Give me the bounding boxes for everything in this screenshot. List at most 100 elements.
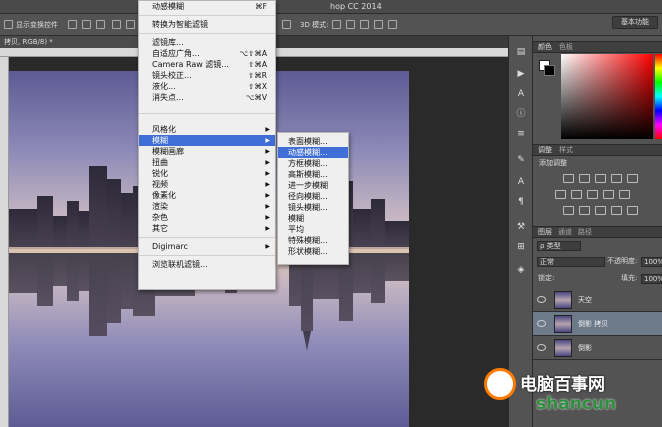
menu-item-digimarc[interactable]: Digimarc ▶ <box>139 241 275 252</box>
visibility-eye-icon[interactable] <box>537 296 546 303</box>
submenu-arrow-icon: ▶ <box>265 159 270 166</box>
brightness-icon[interactable] <box>563 174 574 183</box>
info-icon[interactable]: ⓘ <box>515 108 527 120</box>
invert-icon[interactable] <box>563 206 574 215</box>
brush-preset-icon[interactable]: ✎ <box>515 154 527 166</box>
submenu-item-box-blur[interactable]: 方框模糊... <box>278 158 348 169</box>
menu-item-liquify[interactable]: 液化... ⇧⌘X <box>139 81 275 92</box>
3d-roll-icon[interactable] <box>346 20 355 29</box>
submenu-item-surface-blur[interactable]: 表面模糊... <box>278 136 348 147</box>
tool-preset-icon[interactable]: ⚒ <box>515 221 527 233</box>
color-balance-icon[interactable] <box>571 190 582 199</box>
threshold-icon[interactable] <box>595 206 606 215</box>
align-top-icon[interactable] <box>68 20 77 29</box>
menu-item-vanishing-point[interactable]: 消失点... ⌥⌘V <box>139 92 275 103</box>
visibility-eye-icon[interactable] <box>537 320 546 327</box>
menu-item-camera-raw[interactable]: Camera Raw 滤镜... ⇧⌘A <box>139 59 275 70</box>
menu-item-adaptive-wide-angle[interactable]: 自适应广角... ⌥⇧⌘A <box>139 48 275 59</box>
workspace-switcher[interactable]: 基本功能 <box>612 16 658 29</box>
layer-row[interactable]: 倒影 <box>533 336 662 360</box>
3d-drag-icon[interactable] <box>360 20 369 29</box>
opacity-input[interactable]: 100% <box>641 257 662 267</box>
distribute-icon[interactable] <box>282 20 291 29</box>
submenu-item-blur[interactable]: 模糊 <box>278 213 348 224</box>
align-left-icon[interactable] <box>112 20 121 29</box>
tab-paths[interactable]: 路径 <box>578 227 592 238</box>
tab-layers[interactable]: 图层 <box>538 227 552 238</box>
visibility-eye-icon[interactable] <box>537 344 546 351</box>
properties-icon[interactable]: ≡ <box>515 128 527 140</box>
align-center-icon[interactable] <box>126 20 135 29</box>
document-tab[interactable]: 拷贝, RGB/8) * <box>0 36 140 48</box>
submenu-item-motion-blur[interactable]: 动感模糊... <box>278 147 348 158</box>
vibrance-icon[interactable] <box>627 174 638 183</box>
tab-swatches[interactable]: 色板 <box>559 42 573 53</box>
history-icon[interactable]: ▤ <box>515 46 527 58</box>
menu-item-sharpen[interactable]: 锐化 ▶ <box>139 168 275 179</box>
hue-slider[interactable] <box>655 54 662 139</box>
submenu-item-gaussian-blur[interactable]: 高斯模糊... <box>278 169 348 180</box>
gradient-map-icon[interactable] <box>611 206 622 215</box>
menu-separator <box>139 33 275 34</box>
menu-item-convert-smart-filter[interactable]: 转换为智能滤镜 <box>139 19 275 30</box>
background-color-swatch[interactable] <box>544 65 555 76</box>
paragraph-icon[interactable]: ¶ <box>515 196 527 208</box>
menu-item-blur[interactable]: 模糊 ▶ <box>139 135 275 146</box>
menu-item-other[interactable]: 其它 ▶ <box>139 223 275 234</box>
adjustments-title: 添加调整 <box>539 159 567 167</box>
menu-item-render[interactable]: 渲染 ▶ <box>139 201 275 212</box>
3d-rotate-icon[interactable] <box>332 20 341 29</box>
adjustments-panel-header: 调整 样式 <box>533 144 662 156</box>
selective-color-icon[interactable] <box>627 206 638 215</box>
character-icon[interactable]: A <box>515 88 527 100</box>
submenu-item-radial-blur[interactable]: 径向模糊... <box>278 191 348 202</box>
submenu-item-smart-blur[interactable]: 特殊模糊... <box>278 235 348 246</box>
watermark-subtitle: shancun <box>536 394 617 414</box>
tab-adjustments[interactable]: 调整 <box>538 145 552 156</box>
3d-icon[interactable]: ◈ <box>515 264 527 276</box>
align-middle-icon[interactable] <box>82 20 91 29</box>
menu-item-lens-correction[interactable]: 镜头校正... ⇧⌘R <box>139 70 275 81</box>
hue-saturation-icon[interactable] <box>555 190 566 199</box>
curves-icon[interactable] <box>595 174 606 183</box>
character-style-icon[interactable]: A <box>515 176 527 188</box>
exposure-icon[interactable] <box>611 174 622 183</box>
black-white-icon[interactable] <box>587 190 598 199</box>
menu-item-blur-gallery[interactable]: 模糊画廊 ▶ <box>139 146 275 157</box>
fill-input[interactable]: 100% <box>641 274 662 284</box>
submenu-item-lens-blur[interactable]: 镜头模糊... <box>278 202 348 213</box>
menu-item-video[interactable]: 视频 ▶ <box>139 179 275 190</box>
levels-icon[interactable] <box>579 174 590 183</box>
layer-row[interactable]: 天空 <box>533 288 662 312</box>
channel-mixer-icon[interactable] <box>619 190 630 199</box>
blend-mode-select[interactable]: 正常 <box>537 257 605 267</box>
tab-styles[interactable]: 样式 <box>559 145 573 156</box>
3d-slide-icon[interactable] <box>374 20 383 29</box>
tab-color[interactable]: 颜色 <box>538 42 552 53</box>
layer-row-selected[interactable]: 倒影 拷贝 <box>533 312 662 336</box>
align-bottom-icon[interactable] <box>96 20 105 29</box>
menu-item-stylize[interactable]: 风格化 ▶ <box>139 124 275 135</box>
tab-channels[interactable]: 通道 <box>558 227 572 238</box>
timeline-icon[interactable]: ⊞ <box>515 241 527 253</box>
play-action-icon[interactable]: ▶ <box>515 68 527 80</box>
checkbox-show-transform[interactable] <box>4 20 13 29</box>
menu-item-last-filter[interactable]: 动感模糊 ⌘F <box>139 1 275 12</box>
submenu-item-shape-blur[interactable]: 形状模糊... <box>278 246 348 257</box>
menu-item-distort[interactable]: 扭曲 ▶ <box>139 157 275 168</box>
blur-submenu: 表面模糊... 动感模糊... 方框模糊... 高斯模糊... 进一步模糊 径向… <box>277 132 349 265</box>
fill-label: 填充: <box>621 274 638 282</box>
submenu-item-blur-more[interactable]: 进一步模糊 <box>278 180 348 191</box>
layer-name: 倒影 拷贝 <box>578 320 609 328</box>
3d-scale-icon[interactable] <box>388 20 397 29</box>
menu-item-filter-gallery[interactable]: 滤镜库... <box>139 37 275 48</box>
color-field[interactable] <box>561 54 653 139</box>
menu-item-noise[interactable]: 杂色 ▶ <box>139 212 275 223</box>
vertical-ruler[interactable] <box>0 57 9 427</box>
posterize-icon[interactable] <box>579 206 590 215</box>
menu-item-browse-online[interactable]: 浏览联机滤镜... <box>139 259 275 270</box>
submenu-item-average[interactable]: 平均 <box>278 224 348 235</box>
layer-filter-kind[interactable]: ρ 类型 <box>537 241 581 251</box>
photo-filter-icon[interactable] <box>603 190 614 199</box>
menu-item-pixelate[interactable]: 像素化 ▶ <box>139 190 275 201</box>
